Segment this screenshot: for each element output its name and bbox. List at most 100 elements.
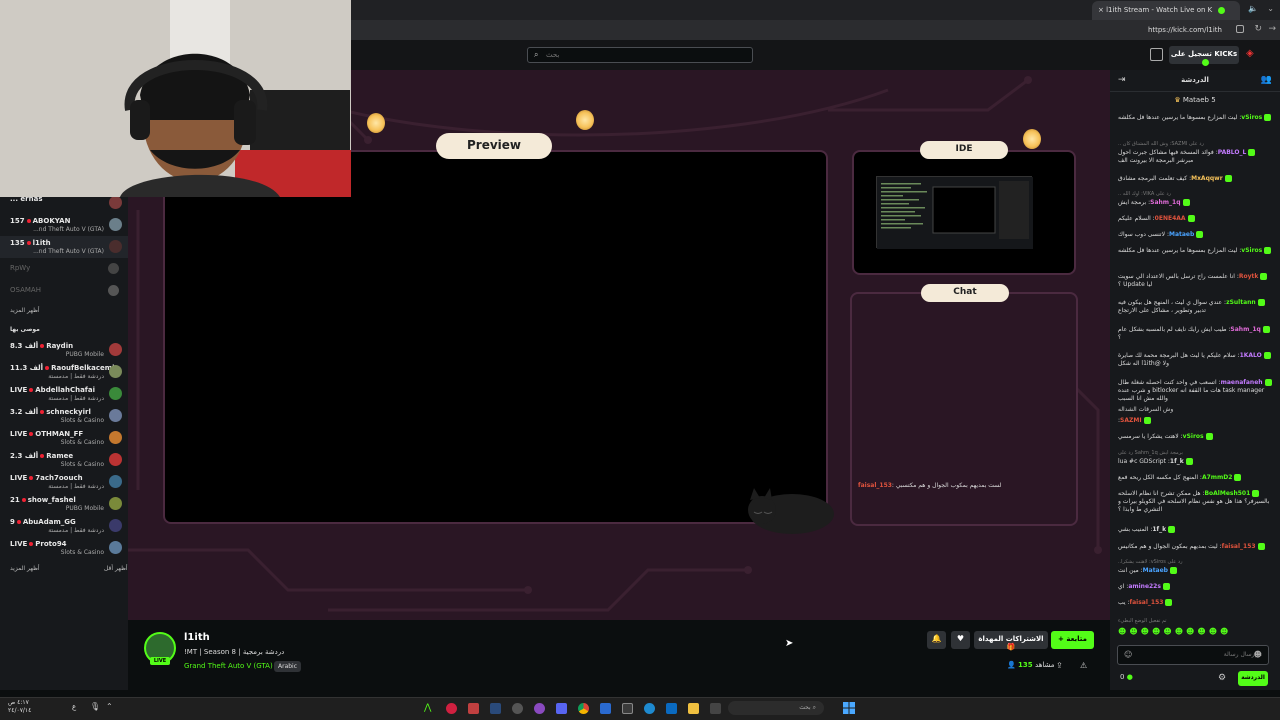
chat-message[interactable]: faisal_153: يب	[1118, 599, 1272, 607]
chat-message[interactable]: BoAlMesh501: هل ممكن تشرح انا نظام الاسل…	[1118, 490, 1272, 514]
search-input[interactable]: ⌕ بحث	[527, 47, 753, 63]
preview-title: Preview	[436, 133, 552, 159]
sidebar-item-recommended[interactable]: LIVE AbdellahChafai دردشة فقط | مدمستة	[0, 383, 128, 405]
obs-icon[interactable]	[534, 703, 545, 714]
send-chat-button[interactable]: الدردشة	[1238, 671, 1268, 686]
follow-button[interactable]: + متابعة	[1051, 631, 1094, 649]
windows-start-icon[interactable]	[843, 702, 855, 714]
chat-reply-context[interactable]: تم تفعيل الوضع البطيء	[1118, 617, 1272, 625]
sidebar-item-recommended[interactable]: 11.3 ألف RaoufBelkacemi دردشة فقط | مدمستة	[0, 361, 128, 383]
login-button[interactable]: تسجيل على KICKs	[1169, 46, 1239, 66]
chrome-icon[interactable]	[578, 703, 589, 714]
sidebar-item-recommended[interactable]: 8.3 ألف Raydin PUBG Mobile	[0, 339, 128, 361]
sidebar-item-recommended[interactable]: 21 show_fashel PUBG Mobile	[0, 493, 128, 515]
chat-message[interactable]: Roytk: انا علمست راح ترسل بالس الاعتداد …	[1118, 273, 1272, 289]
emote-bar[interactable]: ☻☻☻☻☻☻☻☻☻☻	[1118, 627, 1272, 639]
category-link[interactable]: Grand Theft Auto V (GTA)	[184, 662, 273, 670]
report-icon[interactable]: ⚠	[1080, 661, 1087, 670]
nvidia-icon[interactable]: ⋀	[424, 703, 435, 714]
chat-settings-gear-icon[interactable]: ⚙	[1218, 673, 1226, 683]
sidebar-item-abokyan[interactable]: 157 ABOKYAN ...nd Theft Auto V (GTA)	[0, 214, 128, 236]
app-icon[interactable]	[468, 703, 479, 714]
sidebar-item-osamah[interactable]: OSAMAH	[10, 286, 41, 294]
emote-picker-icon[interactable]: ☻	[1254, 650, 1262, 659]
chat-message[interactable]: Mataeb: لاتنسى دوب سواك	[1118, 231, 1272, 239]
pinned-gifter: ♛ Mataeb 5	[1174, 96, 1216, 104]
chat-message[interactable]: vSiros: ليت المزارع بمسوها ما يرسين عنده…	[1118, 247, 1272, 255]
opera-icon[interactable]	[446, 703, 457, 714]
calculator-icon[interactable]	[622, 703, 633, 714]
chat-message[interactable]: zSultann: عندي سوال ي ليث ، المنهج هل بي…	[1118, 299, 1272, 315]
chat-message[interactable]: 1f_k: lua #c GDScript	[1118, 458, 1272, 466]
chat-message[interactable]: Mataeb: مين انت	[1118, 567, 1272, 575]
browser-tab-active[interactable]: × l1ith Stream - Watch Live on K	[1092, 1, 1240, 20]
sidebar-item-recommended[interactable]: LIVE OTHMAN_FF Slots & Casino	[0, 427, 128, 449]
sidebar-item-l1ith[interactable]: 135 l1ith ...nd Theft Auto V (GTA)	[0, 236, 128, 258]
bell-button[interactable]: 🔔	[927, 631, 946, 649]
taskbar-clock[interactable]: ٤:١٧ ص ٢٤/٠٧/١٤	[8, 699, 31, 715]
chat-reply-context[interactable]: رد على VIKA: اوك الله ..	[1118, 190, 1272, 198]
chat-message[interactable]: Sahm_1q: برمجة ايش	[1118, 199, 1272, 207]
chat-message[interactable]: SAZMI:	[1118, 417, 1272, 425]
sidebar-item-recommended[interactable]: LIVE Proto94 Slots & Casino	[0, 537, 128, 559]
chat-message[interactable]: vSiros: لاهتت يشكرا يا سرمسي	[1118, 433, 1272, 441]
sidebar-toggle-icon[interactable]	[1150, 48, 1163, 61]
sidebar-item-recommended[interactable]: 2.3 ألف Ramee Slots & Casino	[0, 449, 128, 471]
gift-subs-button[interactable]: الاشتراكات المهداة 🎁	[974, 631, 1048, 651]
share-icon[interactable]: ⇪	[1056, 661, 1063, 670]
edge-icon[interactable]	[644, 703, 655, 714]
chat-message[interactable]: وش السرقات الشداله	[1118, 406, 1272, 414]
chat-message[interactable]: Sahm_1q: طيب ايش رايك نايف لم بالمسبه بش…	[1118, 326, 1272, 342]
mail-icon[interactable]	[600, 703, 611, 714]
store-icon[interactable]	[666, 703, 677, 714]
chat-reply-context[interactable]: رد على vSiros: لاهتت يشكرا..	[1118, 558, 1272, 566]
chat-message[interactable]: A7mmD2: المنهج كل مكسه الكل ريحه فمع	[1118, 474, 1272, 482]
channel-points[interactable]: 0 ●	[1120, 673, 1133, 681]
chat-message[interactable]: amine22s: اي	[1118, 583, 1272, 591]
kick-logo-icon[interactable]: ◈	[1246, 48, 1254, 59]
chat-message[interactable]: vSiros: ليت المزارع بمسوها ما يرسين عنده…	[1118, 114, 1272, 122]
chat-reply-context[interactable]: برمجة ايش Sahm_1q رد على	[1118, 449, 1272, 457]
chat-message[interactable]: 1f_k: المنيب بشي	[1118, 526, 1272, 534]
language-tag[interactable]: Arabic	[274, 661, 302, 672]
back-icon[interactable]: →	[1268, 24, 1276, 34]
sidebar-item-recommended[interactable]: 3.2 ألف schneckyirl Slots & Casino	[0, 405, 128, 427]
heart-button[interactable]: ♥	[951, 631, 970, 649]
emoji-icon[interactable]: ☺	[1124, 650, 1132, 659]
chat-reply-context[interactable]: رد على SAZMI: وش الله المشتاق كان ..	[1118, 140, 1272, 148]
site-info-icon[interactable]	[1236, 25, 1244, 33]
channel-name[interactable]: l1ith	[184, 632, 210, 643]
tab-close-icon[interactable]: ×	[1098, 6, 1104, 14]
sidebar-item-rpwy[interactable]: RpWy	[10, 264, 30, 272]
chat-message[interactable]: faisal_153: ليت بمديهم بمكون الجوال و هم…	[1118, 543, 1272, 551]
url-field[interactable]: https://kick.com/l1ith	[1142, 23, 1228, 37]
chat-message[interactable]: maenafaneh: اتسعب في واحد كنت احصله شغلة…	[1118, 379, 1272, 403]
microphone-icon[interactable]: 🎙	[90, 702, 100, 711]
show-less-link[interactable]: أظهر أقل	[104, 565, 128, 572]
show-more-recommended-link[interactable]: أظهر المزيد	[10, 565, 40, 572]
ide-screen-capture	[876, 176, 1033, 249]
language-indicator[interactable]: ع	[72, 703, 76, 711]
sidebar-item-recommended[interactable]: 9 AbuAdam_GG دردشة فقط | مدمستة	[0, 515, 128, 537]
avatar	[109, 218, 122, 231]
tray-chevron-icon[interactable]: ⌃	[106, 702, 113, 711]
mute-tab-icon[interactable]: 🔈	[1248, 4, 1258, 13]
file-explorer-icon[interactable]	[688, 703, 699, 714]
chat-message[interactable]: MxAqqwr: كيف تعلمت البرمجه مشادق	[1118, 175, 1272, 183]
discord-icon[interactable]	[556, 703, 567, 714]
task-view-icon[interactable]	[710, 703, 721, 714]
show-more-following-link[interactable]: أظهر المزيد	[10, 307, 40, 314]
badge-icon	[1257, 543, 1265, 550]
reload-icon[interactable]: ↻	[1254, 24, 1262, 34]
chat-message[interactable]: 1KALO: سلام عليكم يا ليث هل البرمجة محمة…	[1118, 352, 1272, 368]
users-icon[interactable]: 👥	[1261, 75, 1272, 85]
lamp-decoration	[1023, 129, 1041, 149]
settings-icon[interactable]	[512, 703, 523, 714]
chat-message[interactable]: 0ENE4AA: السلام عليكم	[1118, 215, 1272, 223]
taskbar-search-input[interactable]: بحث ⌕	[728, 701, 824, 715]
chat-input[interactable]: إرسال رسالة... ☺ ☻	[1117, 645, 1269, 665]
chat-message[interactable]: PABLO_L: فوائد المسخة فيها مشاكل جبرت اح…	[1118, 149, 1272, 165]
sidebar-item-recommended[interactable]: LIVE 7ach7oouch دردشة فقط | مدمستة	[0, 471, 128, 493]
tab-menu-chevron-icon[interactable]: ⌄	[1267, 4, 1274, 13]
steam-icon[interactable]	[490, 703, 501, 714]
